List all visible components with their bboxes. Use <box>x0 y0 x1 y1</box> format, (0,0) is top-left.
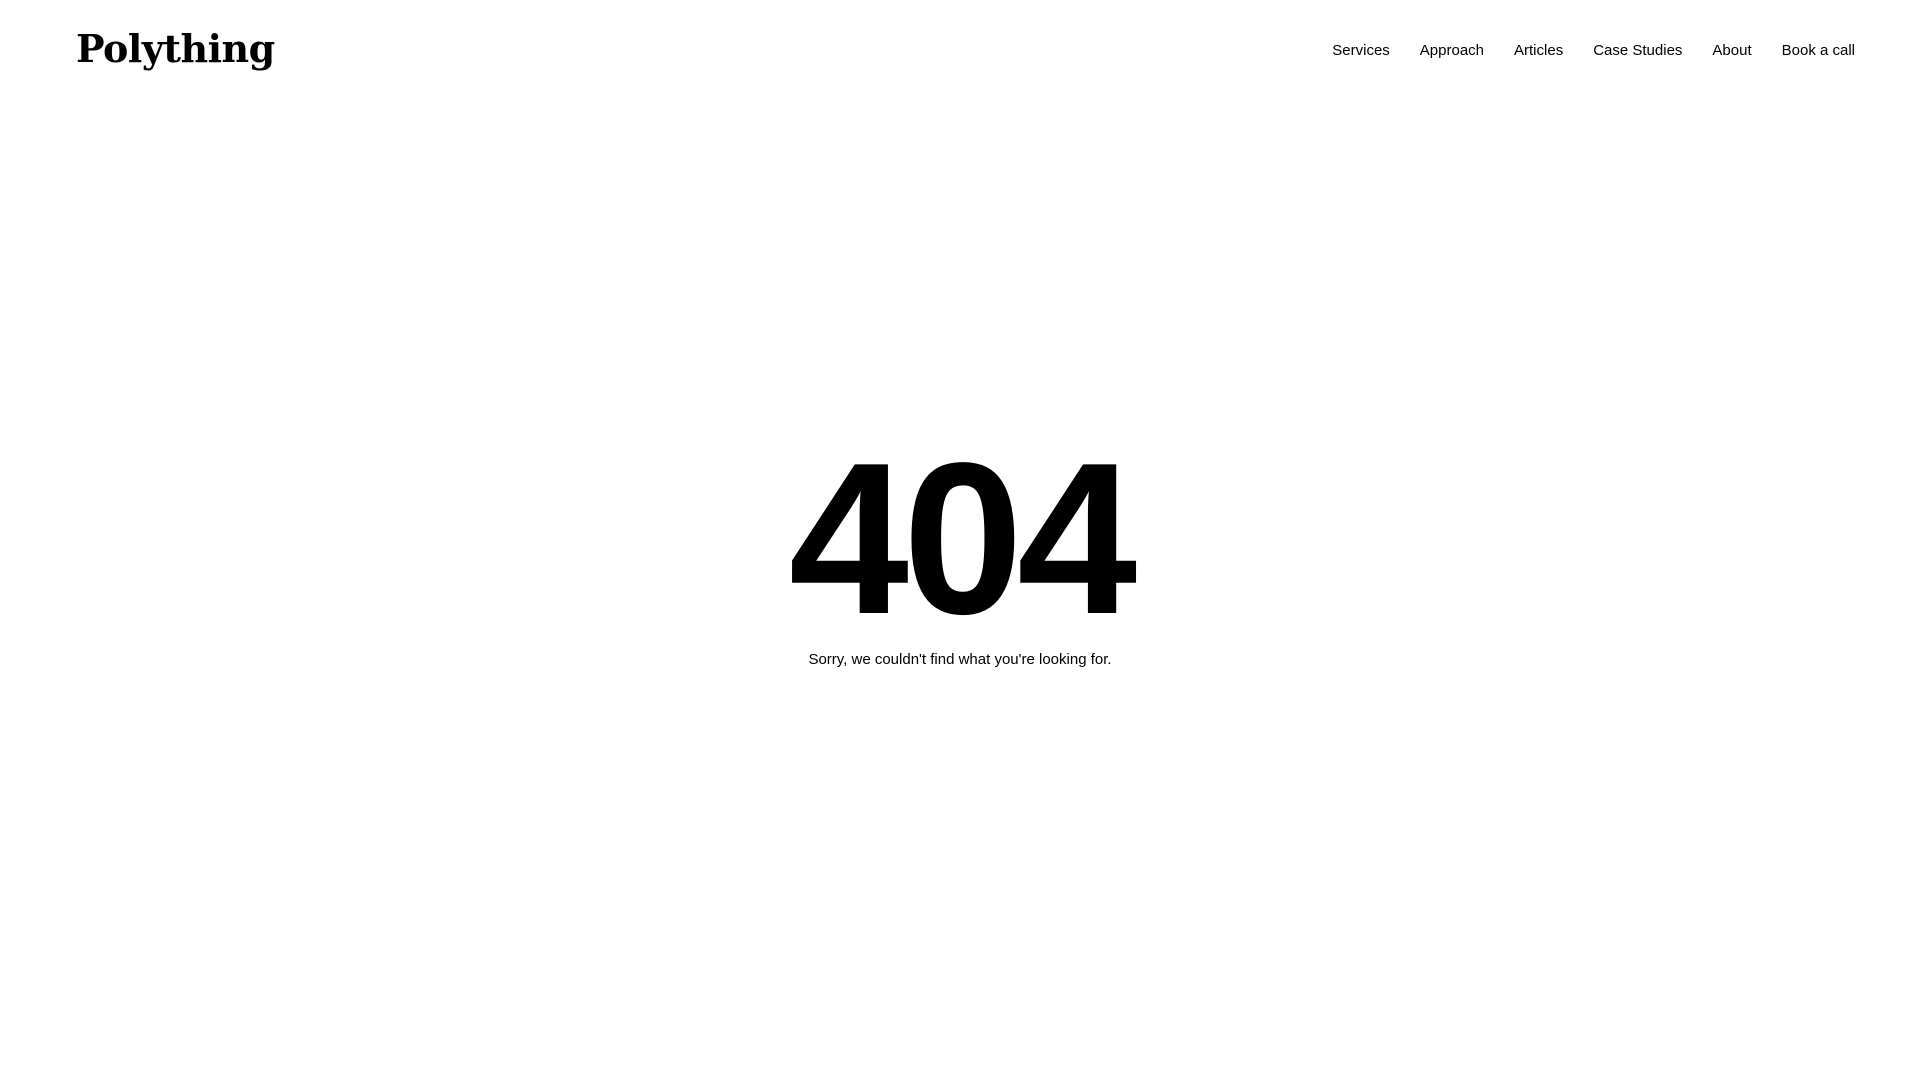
nav-link-about[interactable]: About <box>1712 40 1751 62</box>
page: Polything Services Approach Articles Cas… <box>0 0 1920 1080</box>
error-message: Sorry, we couldn't find what you're look… <box>808 651 1112 668</box>
nav-link-book-a-call[interactable]: Book a call <box>1782 40 1855 62</box>
nav-link-articles[interactable]: Articles <box>1514 40 1563 62</box>
error-section: 404 Sorry, we couldn't find what you're … <box>0 430 1920 686</box>
error-code-heading: 404 <box>788 417 1137 659</box>
nav-link-services[interactable]: Services <box>1332 40 1390 62</box>
main-nav: Services Approach Articles Case Studies … <box>1302 40 1855 62</box>
site-logo[interactable]: Polything <box>76 24 275 74</box>
nav-link-approach[interactable]: Approach <box>1420 40 1484 62</box>
site-header: Polything Services Approach Articles Cas… <box>0 0 1920 100</box>
nav-link-case-studies[interactable]: Case Studies <box>1593 40 1682 62</box>
